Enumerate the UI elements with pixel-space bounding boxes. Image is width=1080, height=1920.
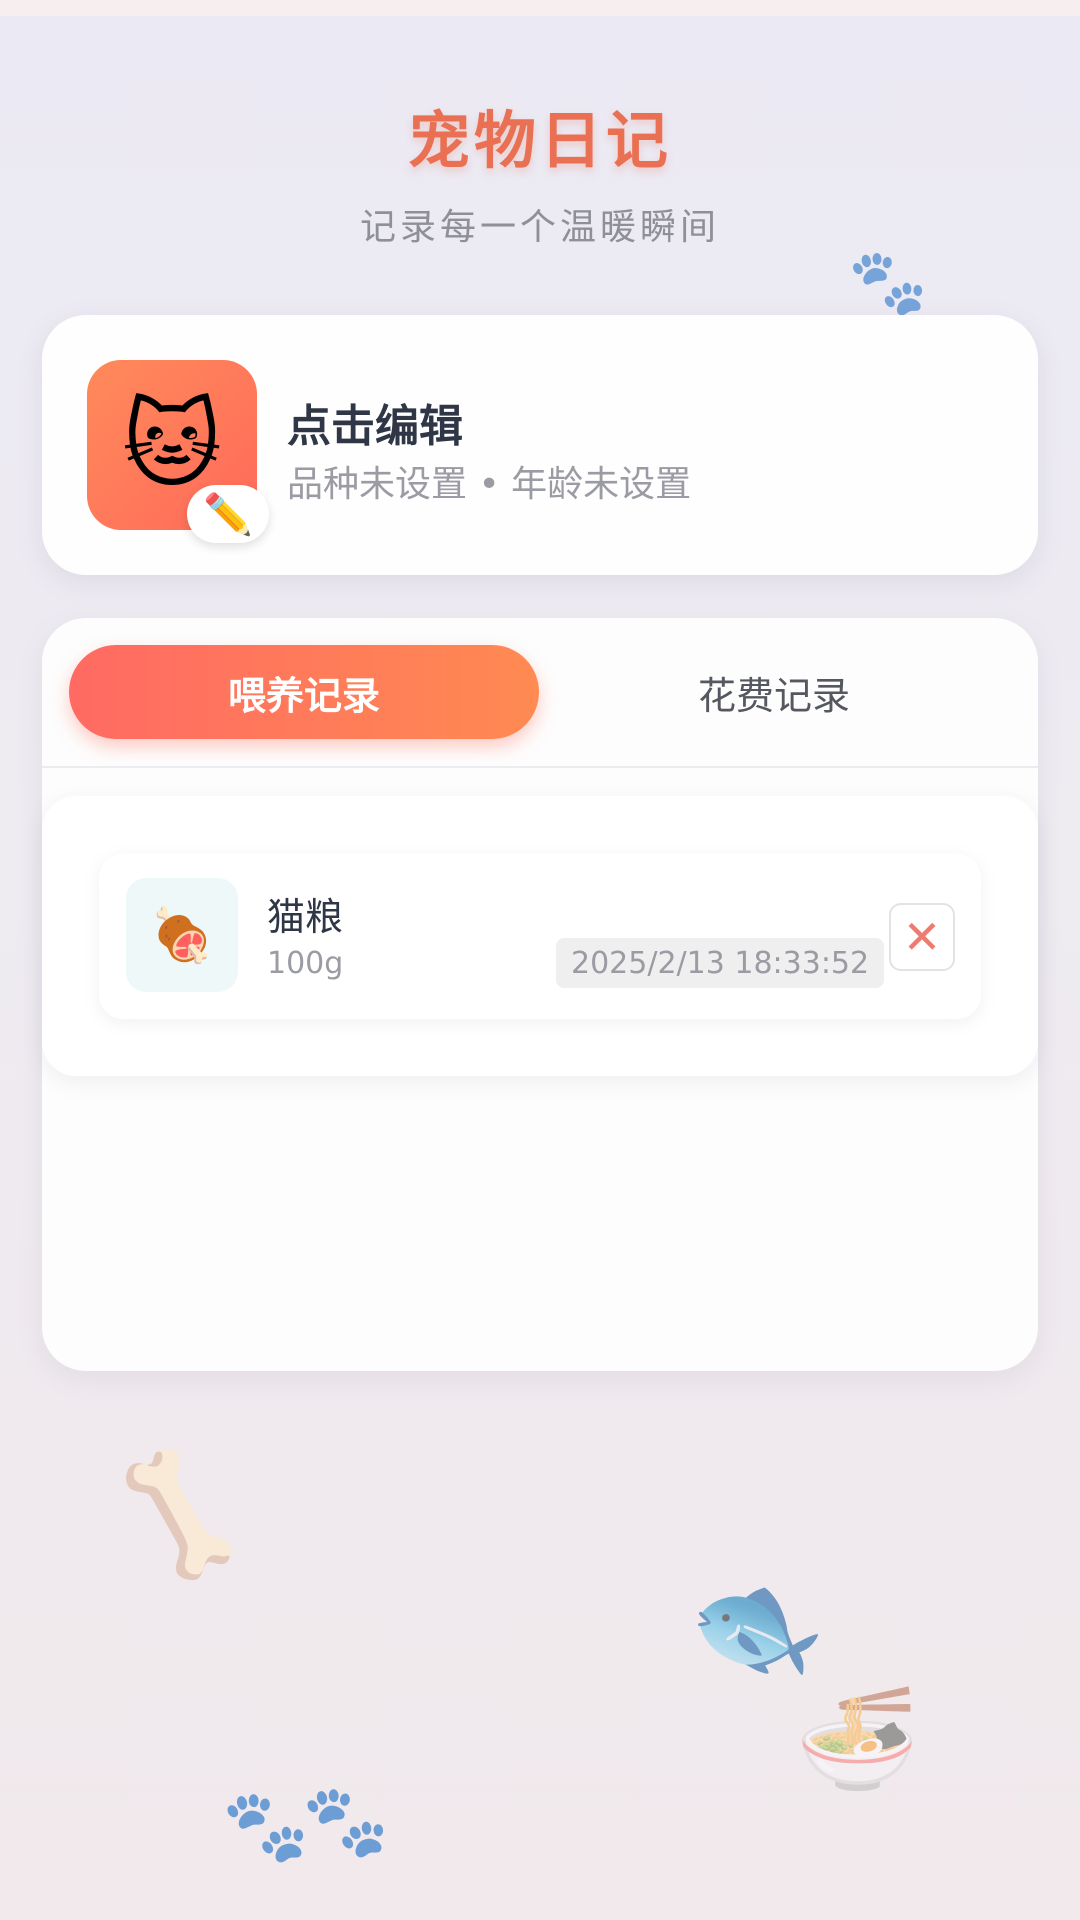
meat-icon: 🍖 (126, 878, 238, 992)
bowl-icon: 🍜 (795, 1680, 920, 1797)
tab-feeding-records[interactable]: 喂养记录 (69, 645, 539, 739)
tab-expense-records[interactable]: 花费记录 (539, 645, 1009, 739)
records-panel: 喂养记录 花费记录 🍖 猫粮 100g 2025/2/13 18:33:52 ✕ (42, 618, 1038, 1371)
paw-icon: 🐾 (222, 1785, 310, 1867)
paw-icon: 🐾 (848, 246, 928, 320)
pencil-icon[interactable]: ✏️ (187, 485, 269, 543)
close-icon: ✕ (902, 910, 942, 964)
list-item[interactable]: 🍖 猫粮 100g 2025/2/13 18:33:52 ✕ (99, 854, 981, 1019)
paw-icon: 🐾 (302, 1780, 390, 1862)
page-header: 宠物日记 记录每一个温暖瞬间 (0, 90, 1080, 250)
pet-meta: 品种未设置 • 年龄未设置 (287, 464, 692, 505)
page-title: 宠物日记 (407, 104, 672, 177)
page-subtitle: 记录每一个温暖瞬间 (359, 207, 720, 248)
record-tabs: 喂养记录 花费记录 (69, 645, 1013, 741)
cat-face-icon: 🐱 (121, 389, 223, 501)
record-name: 猫粮 (267, 895, 344, 939)
record-timestamp: 2025/2/13 18:33:52 (556, 938, 885, 988)
status-strip (0, 0, 1080, 16)
pet-profile-card[interactable]: 🐱 ✏️ 点击编辑 品种未设置 • 年龄未设置 (42, 315, 1038, 575)
bone-icon: 🦴 (95, 1434, 262, 1594)
delete-record-button[interactable]: ✕ (889, 903, 955, 971)
tabs-divider (42, 766, 1038, 768)
pet-name[interactable]: 点击编辑 (287, 390, 463, 454)
record-list: 🍖 猫粮 100g 2025/2/13 18:33:52 ✕ (42, 796, 1038, 1076)
record-amount: 100g (267, 946, 344, 981)
